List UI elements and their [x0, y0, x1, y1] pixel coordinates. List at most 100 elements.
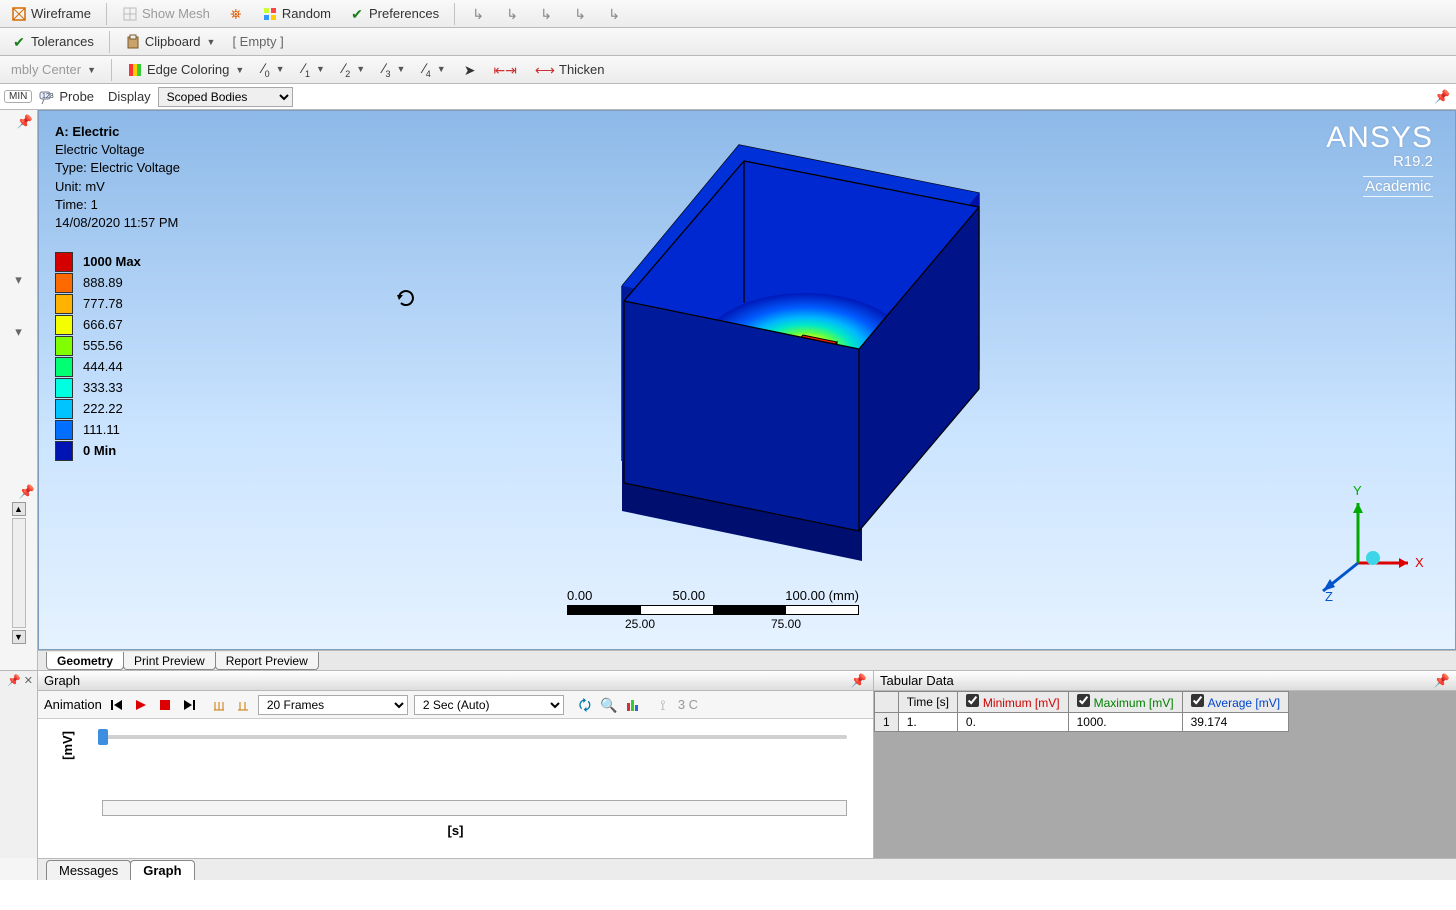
edge-opt-2[interactable]: ∕2▼ [336, 58, 372, 82]
contour-legend: 1000 Max 888.89 777.78 666.67 555.56 444… [55, 251, 141, 461]
legend-swatch [55, 441, 73, 461]
pin-icon[interactable]: 📌 [0, 482, 37, 502]
viewport-3d[interactable]: A: Electric Electric Voltage Type: Elect… [38, 110, 1456, 650]
random-label: Random [282, 6, 331, 21]
scroll-track[interactable] [12, 518, 26, 628]
axis-icon: ↳ [538, 6, 554, 22]
col-min[interactable]: Minimum [mV] [957, 692, 1068, 713]
legend-swatch [55, 357, 73, 377]
tolerances-button[interactable]: ✔ Tolerances [4, 31, 101, 53]
col-avg-check[interactable] [1191, 694, 1204, 707]
col-max[interactable]: Maximum [mV] [1068, 692, 1182, 713]
edge-coloring-button[interactable]: Edge Coloring ▼ [120, 59, 251, 81]
tab-print-preview[interactable]: Print Preview [123, 652, 216, 670]
legend-label: 111.11 [83, 422, 120, 437]
chevron-down-icon[interactable]: ▾ [0, 269, 37, 291]
edge-opt-1[interactable]: ∕1▼ [296, 58, 332, 82]
tabular-title: Tabular Data [880, 673, 954, 688]
col-avg[interactable]: Average [mV] [1182, 692, 1288, 713]
svg-text:Z: Z [1325, 589, 1333, 603]
animation-label: Animation [44, 697, 102, 712]
duration-select[interactable]: 2 Sec (Auto) [414, 695, 564, 715]
thicken-label: Thicken [559, 62, 605, 77]
coord-3[interactable]: ↳ [531, 3, 561, 25]
display-scope-select[interactable]: Scoped Bodies [158, 87, 293, 107]
tabular-body[interactable]: Time [s] Minimum [mV] Maximum [mV] Avera… [874, 691, 1456, 858]
probe-button[interactable]: 123 Probe [32, 86, 101, 108]
frames-select[interactable]: 20 Frames [258, 695, 408, 715]
bottom-tabs: Messages Graph [38, 858, 1456, 880]
coord-2[interactable]: ↳ [497, 3, 527, 25]
pin-icon[interactable]: 📌 ✕ [7, 674, 33, 687]
show-mesh-button[interactable]: Show Mesh [115, 3, 217, 25]
scroll-down[interactable]: ▼ [12, 630, 26, 644]
col-max-check[interactable] [1077, 694, 1090, 707]
coord-1[interactable]: ↳ [463, 3, 493, 25]
cell-min[interactable]: 0. [957, 713, 1068, 732]
anim-3c-label: 3 C [678, 697, 698, 712]
pin-icon[interactable]: 📌 [851, 673, 867, 689]
edge-opt-3[interactable]: ∕3▼ [376, 58, 412, 82]
legend-swatch [55, 399, 73, 419]
min-button[interactable]: MIN [4, 90, 32, 103]
anim-bars-icon[interactable] [624, 696, 642, 714]
result-title: A: Electric [55, 123, 180, 141]
cell-avg[interactable]: 39.174 [1182, 713, 1288, 732]
cell-max[interactable]: 1000. [1068, 713, 1182, 732]
col-time[interactable]: Time [s] [898, 692, 957, 713]
orientation-triad[interactable]: X Y Z [1303, 483, 1423, 603]
anim-last-button[interactable] [180, 696, 198, 714]
legend-swatch [55, 273, 73, 293]
pin-button[interactable]: 📌 [1434, 89, 1450, 105]
chevron-down-icon[interactable]: ▾ [0, 321, 37, 343]
pin-icon[interactable]: 📌 [0, 110, 37, 130]
scale-subtick: 25.00 [625, 617, 655, 631]
tab-messages[interactable]: Messages [46, 860, 131, 880]
anim-distribute2-icon[interactable] [234, 696, 252, 714]
scroll-up[interactable]: ▲ [12, 502, 26, 516]
scale-tick: 50.00 [673, 588, 706, 603]
tab-graph[interactable]: Graph [130, 860, 194, 880]
anim-cycle-icon[interactable]: 🗘 [576, 696, 594, 714]
anim-stop-button[interactable] [156, 696, 174, 714]
graph-body[interactable]: [mV] [s] [38, 719, 873, 858]
random-button[interactable]: Random [255, 3, 338, 25]
anim-first-button[interactable] [108, 696, 126, 714]
tab-report-preview[interactable]: Report Preview [215, 652, 319, 670]
tabular-title-bar: Tabular Data 📌 [874, 671, 1456, 691]
width-min[interactable]: ⇤⇥ [486, 60, 523, 80]
graph-hscroll[interactable] [102, 800, 847, 816]
left-rail-scroll[interactable]: ▲ ▼ [0, 502, 37, 644]
chevron-down-icon: ▼ [235, 65, 244, 75]
graph-xlabel: [s] [448, 823, 464, 838]
anim-distribute-icon[interactable] [210, 696, 228, 714]
graph-slider-track[interactable] [102, 735, 847, 739]
wireframe-button[interactable]: Wireframe [4, 3, 98, 25]
tab-geometry[interactable]: Geometry [46, 652, 124, 670]
anim-play-button[interactable] [132, 696, 150, 714]
palette-button[interactable]: ⛯ [221, 3, 251, 25]
assembly-center-select[interactable]: mbly Center ▼ [4, 59, 103, 80]
anim-ruler-icon[interactable]: ⟟ [654, 696, 672, 714]
edge-opt-4[interactable]: ∕4▼ [416, 58, 452, 82]
coord-5[interactable]: ↳ [599, 3, 629, 25]
table-row[interactable]: 1 1. 0. 1000. 39.174 [875, 713, 1289, 732]
legend-swatch [55, 294, 73, 314]
brand-name: ANSYS [1326, 121, 1433, 155]
graph-slider-thumb[interactable] [98, 729, 108, 745]
cursor-pointer[interactable]: ➤ [457, 60, 483, 80]
col-min-check[interactable] [966, 694, 979, 707]
coord-4[interactable]: ↳ [565, 3, 595, 25]
show-mesh-label: Show Mesh [142, 6, 210, 21]
cell-time[interactable]: 1. [898, 713, 957, 732]
toolbar-row-3: mbly Center ▼ Edge Coloring ▼ ∕0▼ ∕1▼ ∕2… [0, 56, 1456, 84]
check-icon: ✔ [11, 34, 27, 50]
preferences-button[interactable]: ✔ Preferences [342, 3, 446, 25]
scale-tick: 0.00 [567, 588, 592, 603]
thicken-button[interactable]: ⟷ Thicken [528, 59, 612, 80]
result-timestamp: 14/08/2020 11:57 PM [55, 214, 180, 232]
clipboard-button[interactable]: Clipboard ▼ [118, 31, 223, 53]
pin-icon[interactable]: 📌 [1434, 673, 1450, 689]
anim-zoom-icon[interactable]: 🔍 [600, 696, 618, 714]
edge-opt-0[interactable]: ∕0▼ [255, 58, 291, 82]
